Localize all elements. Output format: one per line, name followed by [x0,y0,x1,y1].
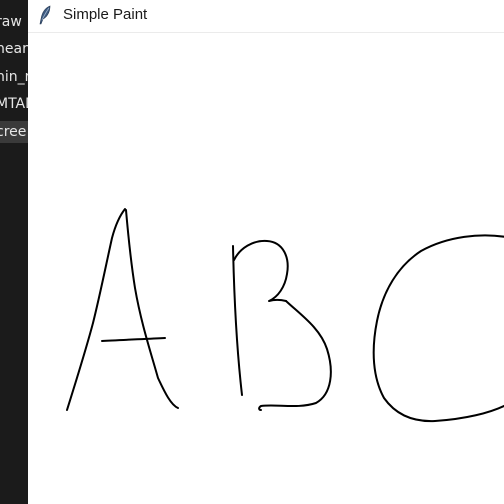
drawing-canvas[interactable] [28,33,504,504]
background-sidebar-item[interactable]: near [0,38,28,60]
canvas-strokes [66,208,504,423]
background-window-sidebar: raw near nin_r MTAD cree [0,0,28,504]
feather-icon [37,5,53,25]
screen: raw near nin_r MTAD cree Simple Paint [0,0,504,504]
drawn-letter-c [372,234,504,423]
background-sidebar-item[interactable]: raw [0,11,28,33]
background-sidebar-item-selected[interactable]: cree [0,121,28,143]
title-bar[interactable]: Simple Paint [28,0,504,33]
window-title: Simple Paint [63,6,148,23]
background-sidebar-item[interactable]: MTAD [0,93,28,115]
paint-window: Simple Paint [28,0,504,504]
drawn-letter-b [232,239,332,411]
background-sidebar-item[interactable]: nin_r [0,66,28,88]
drawn-letter-a [66,208,179,411]
